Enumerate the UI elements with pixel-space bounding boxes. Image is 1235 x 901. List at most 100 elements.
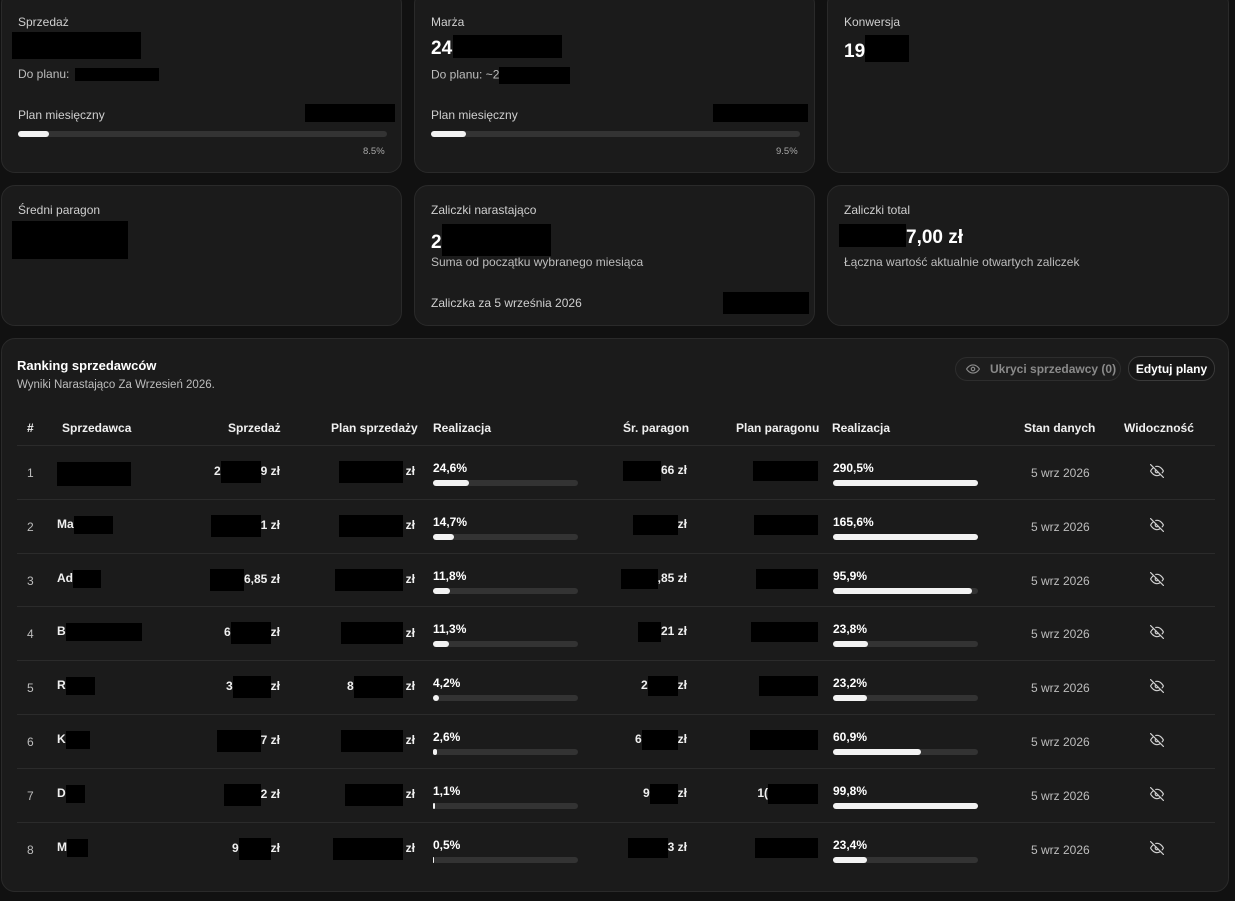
eye-off-icon[interactable]	[1150, 786, 1164, 804]
header-rank: #	[27, 421, 34, 435]
sales-cell: 6,85 zł	[209, 568, 280, 591]
sales-monthly-plan-value-redacted	[305, 104, 395, 122]
header-visibility: Widoczność	[1124, 421, 1194, 435]
seller-name-cell: B	[57, 623, 142, 642]
eye-off-icon[interactable]	[1150, 679, 1164, 696]
rank-cell: 4	[27, 627, 34, 642]
sales-plan-cell: zł	[334, 568, 415, 591]
sales-realization-bar	[433, 749, 578, 755]
header-sales-plan: Plan sprzedaży	[331, 421, 418, 435]
advances-daily-value-redacted	[723, 292, 809, 314]
hidden-sellers-label: Ukryci sprzedawcy (0)	[990, 362, 1117, 376]
eye-off-icon[interactable]	[1150, 840, 1164, 858]
avg-receipt-card: Średni paragon	[1, 185, 402, 326]
receipt-realization-bar	[833, 533, 978, 540]
sales-progress-fill	[18, 131, 50, 137]
receipt-plan-cell	[754, 514, 818, 535]
avg-receipt-cell: ,85 zł	[620, 568, 687, 589]
sales-realization-bar	[433, 533, 578, 540]
avg-receipt-value-redacted	[12, 221, 128, 259]
receipt-realization-fill	[833, 802, 978, 809]
header-sales: Sprzedaż	[228, 421, 281, 435]
rank-cell: 1	[27, 466, 34, 480]
table-row: 6 K 7 zł zł 2,6% 6 zł 60,9% 5 wrz 2026	[17, 714, 1215, 768]
advances-cumulative-card: Zaliczki narastająco 2 Suma od początku …	[414, 185, 815, 326]
receipt-plan-cell	[755, 837, 818, 858]
margin-progress-bar	[431, 131, 800, 137]
receipt-realization-bar	[833, 802, 978, 809]
margin-progress-fill	[431, 131, 467, 137]
receipt-realization-bar	[833, 695, 978, 702]
sales-realization-fill	[433, 802, 435, 809]
rank-cell: 7	[27, 788, 34, 803]
avg-receipt-cell: 3 zł	[627, 837, 687, 858]
advances-total-value: 7,00 zł	[839, 224, 963, 249]
sales-realization-text: 11,3%	[433, 622, 467, 637]
receipt-realization-bar	[833, 856, 978, 863]
eye-off-icon[interactable]	[1150, 517, 1164, 535]
seller-name-cell: Ad	[57, 569, 101, 588]
seller-name-cell: D	[57, 784, 85, 803]
seller-name-cell	[57, 462, 131, 486]
advances-daily-label: Zaliczka za 5 września 2026	[431, 296, 582, 310]
receipt-realization-text: 23,4%	[833, 837, 868, 852]
header-data-status: Stan danych	[1024, 421, 1096, 435]
data-status-cell: 5 wrz 2026	[1031, 788, 1090, 803]
table-row: 3 Ad 6,85 zł zł 11,8% ,85 zł 95,9% 5 wrz…	[17, 552, 1215, 607]
sales-value-redacted	[12, 32, 141, 59]
sales-cell: 9 zł	[232, 837, 280, 860]
margin-progress-text: 9.5%	[776, 146, 798, 157]
sales-realization-bar	[433, 480, 578, 486]
receipt-realization-text: 60,9%	[833, 730, 868, 744]
avg-receipt-cell: 21 zł	[637, 622, 687, 643]
eye-off-icon[interactable]	[1150, 464, 1164, 481]
table-row: 5 R 3 zł 8 zł 4,2% 2 zł 23,2% 5 wrz 2026	[17, 660, 1215, 714]
eye-off-icon[interactable]	[1150, 625, 1164, 642]
advances-cumulative-value: 2	[431, 224, 551, 256]
sales-progress-text: 8.5%	[363, 146, 385, 157]
avg-receipt-cell: 9 zł	[643, 783, 687, 804]
sales-realization-fill	[433, 695, 440, 702]
sales-realization-text: 11,8%	[433, 568, 467, 583]
sales-card: Sprzedaż Do planu: Plan miesięczny 8.5%	[1, 0, 402, 173]
avg-receipt-cell: 66 zł	[622, 461, 687, 481]
sales-realization-bar	[433, 695, 578, 702]
header-avg-receipt: Śr. paragon	[623, 421, 690, 435]
table-row: 8 M 9 zł zł 0,5% 3 zł 23,4% 5 wrz 2026	[17, 821, 1215, 876]
data-status-cell: 5 wrz 2026	[1031, 466, 1090, 480]
sales-realization-fill	[433, 533, 455, 540]
receipt-realization-fill	[833, 695, 867, 702]
advances-total-description: Łączna wartość aktualnie otwartych zalic…	[844, 255, 1080, 269]
sales-realization-bar	[433, 802, 578, 809]
ranking-title: Ranking sprzedawców	[17, 358, 157, 373]
rank-cell: 2	[27, 519, 34, 534]
eye-off-icon[interactable]	[1150, 733, 1164, 750]
data-status-cell: 5 wrz 2026	[1031, 681, 1090, 696]
seller-name-cell: Ma	[57, 515, 113, 534]
hidden-sellers-button[interactable]: Ukryci sprzedawcy (0)	[955, 357, 1121, 381]
receipt-plan-cell	[750, 730, 818, 750]
sales-to-plan: Do planu:	[18, 67, 159, 82]
advances-cumulative-label: Zaliczki narastająco	[431, 203, 537, 217]
sales-realization-fill	[433, 587, 451, 594]
advances-total-card: Zaliczki total 7,00 zł Łączna wartość ak…	[827, 185, 1229, 326]
receipt-plan-cell	[756, 568, 818, 589]
conversion-label: Konwersja	[844, 15, 901, 29]
avg-receipt-label: Średni paragon	[18, 203, 101, 217]
edit-plans-button[interactable]: Edytuj plany	[1128, 356, 1215, 381]
receipt-realization-fill	[833, 856, 867, 863]
conversion-value: 19	[844, 35, 910, 63]
sales-progress-bar	[18, 131, 387, 137]
rank-cell: 6	[27, 735, 34, 749]
sales-realization-fill	[433, 749, 437, 755]
sales-plan-cell: zł	[340, 730, 415, 752]
rank-cell: 5	[27, 681, 34, 696]
sellers-ranking-panel: Ranking sprzedawców Wyniki Narastająco Z…	[1, 338, 1229, 892]
eye-off-icon[interactable]	[1150, 571, 1164, 589]
seller-name-cell: M	[57, 838, 88, 857]
receipt-realization-bar	[833, 480, 978, 486]
sales-plan-cell: zł	[332, 837, 415, 860]
receipt-realization-text: 23,8%	[833, 622, 868, 637]
table-row: 4 B 6 zł zł 11,3% 21 zł 23,8% 5 wrz 2026	[17, 606, 1215, 660]
receipt-realization-fill	[833, 480, 978, 486]
